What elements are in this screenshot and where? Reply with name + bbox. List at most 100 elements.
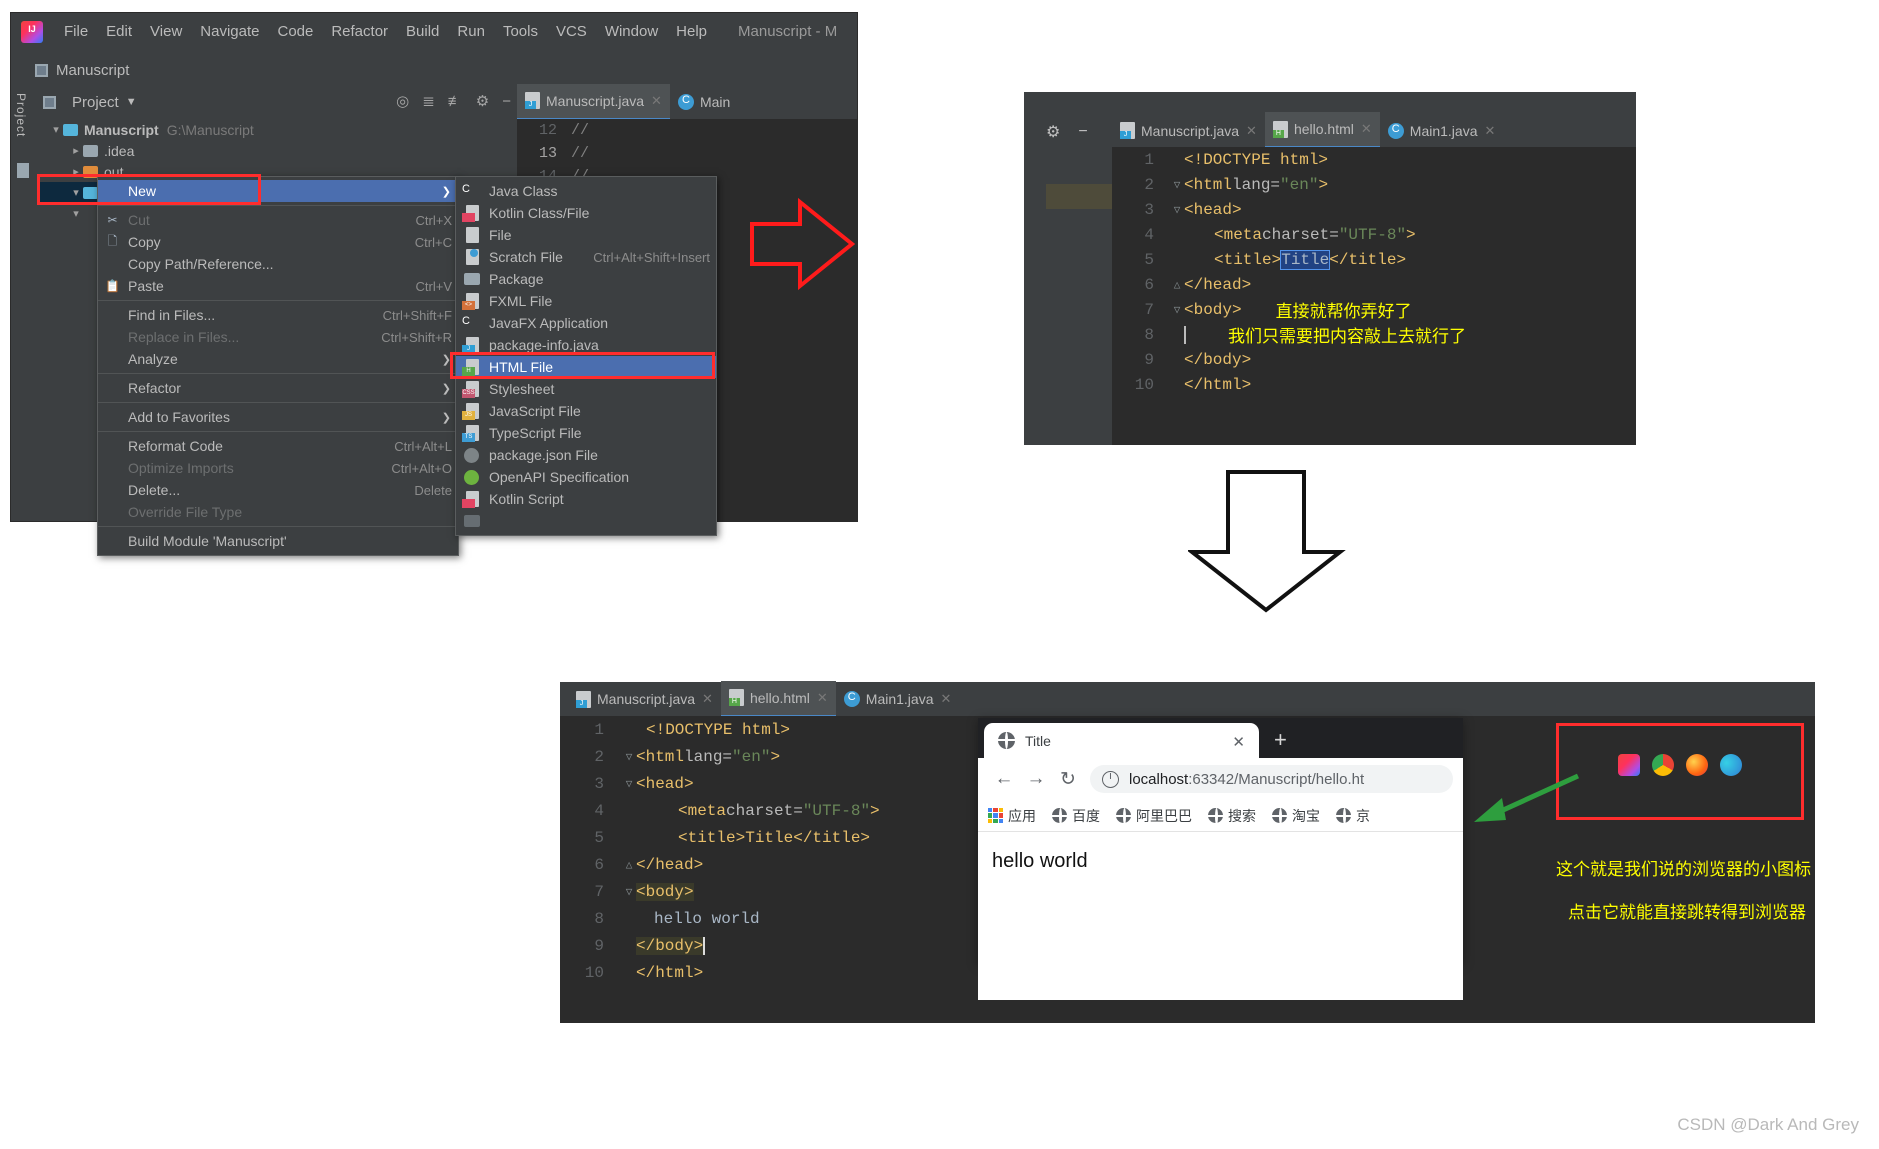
menu-tools[interactable]: Tools bbox=[494, 21, 547, 42]
menu-view[interactable]: View bbox=[141, 21, 191, 42]
tree-item-idea[interactable]: ▸ .idea bbox=[37, 140, 517, 161]
menu-window[interactable]: Window bbox=[596, 21, 667, 42]
submenu-item-shortcut: Ctrl+Alt+Shift+Insert bbox=[593, 249, 710, 265]
line-text: "UTF-8" bbox=[1338, 225, 1407, 244]
submenu-item-kotlin-class-file[interactable]: Kotlin Class/File bbox=[456, 202, 716, 224]
forward-button[interactable]: → bbox=[1020, 768, 1052, 790]
tab-manuscript-java[interactable]: J Manuscript.java ✕ bbox=[568, 682, 721, 716]
minimize-icon[interactable]: − bbox=[1078, 123, 1087, 141]
browser-tab[interactable]: Title ✕ bbox=[984, 723, 1259, 758]
menu-run[interactable]: Run bbox=[448, 21, 494, 42]
site-info-icon[interactable] bbox=[1102, 770, 1119, 788]
submenu-item-javascript-file[interactable]: JS JavaScript File bbox=[456, 400, 716, 422]
menu-item-cut[interactable]: ✂ Cut Ctrl+X bbox=[98, 209, 458, 231]
chevron-right-icon[interactable]: ▸ bbox=[69, 144, 83, 157]
fold-icon[interactable]: △ bbox=[622, 858, 636, 872]
menu-help[interactable]: Help bbox=[667, 21, 716, 42]
menu-file[interactable]: File bbox=[55, 21, 97, 42]
firefox-browser-icon[interactable] bbox=[1686, 754, 1708, 776]
tab-hello-html[interactable]: H hello.html ✕ bbox=[1264, 112, 1380, 149]
close-icon[interactable]: ✕ bbox=[702, 691, 713, 707]
minimize-icon[interactable]: − bbox=[502, 93, 511, 110]
submenu-item-kotlin-script[interactable]: Kotlin Script bbox=[456, 488, 716, 510]
bookmark-alibaba[interactable]: 阿里巴巴 bbox=[1116, 806, 1192, 826]
menu-edit[interactable]: Edit bbox=[97, 21, 141, 42]
panel2-code-area[interactable]: 1 <!DOCTYPE html> 2 ▽ <html lang= "en" > 3 ▽ <h… bbox=[1112, 147, 1636, 445]
menu-item-build-module[interactable]: Build Module 'Manuscript' bbox=[98, 530, 458, 552]
menu-item-delete[interactable]: Delete... Delete bbox=[98, 479, 458, 501]
bookmark-taobao[interactable]: 淘宝 bbox=[1272, 806, 1320, 826]
submenu-item-partial[interactable] bbox=[456, 510, 716, 532]
menu-item-override-file-type[interactable]: Override File Type bbox=[98, 501, 458, 523]
submenu-item-stylesheet[interactable]: CSS Stylesheet bbox=[456, 378, 716, 400]
chevron-down-icon[interactable]: ▼ bbox=[126, 96, 137, 108]
submenu-item-file[interactable]: File bbox=[456, 224, 716, 246]
back-button[interactable]: ← bbox=[988, 768, 1020, 790]
gear-icon[interactable]: ⚙ bbox=[1046, 122, 1060, 142]
menu-build[interactable]: Build bbox=[397, 21, 448, 42]
structure-icon[interactable] bbox=[17, 163, 29, 178]
tree-item-manuscript[interactable]: ▾ Manuscript G:\Manuscript bbox=[37, 119, 517, 140]
project-rail-label[interactable]: Project bbox=[14, 93, 28, 137]
menu-item-copy-path[interactable]: Copy Path/Reference... bbox=[98, 253, 458, 275]
menu-item-paste[interactable]: 📋 Paste Ctrl+V bbox=[98, 275, 458, 297]
menu-refactor[interactable]: Refactor bbox=[322, 21, 397, 42]
menu-item-add-to-favorites[interactable]: Add to Favorites ❯ bbox=[98, 406, 458, 428]
close-icon[interactable]: ✕ bbox=[651, 93, 662, 109]
submenu-item-package-json-file[interactable]: package.json File bbox=[456, 444, 716, 466]
menu-vcs[interactable]: VCS bbox=[547, 21, 596, 42]
submenu-item-package[interactable]: Package bbox=[456, 268, 716, 290]
tab-main[interactable]: Main bbox=[670, 85, 738, 119]
bookmark-apps[interactable]: 应用 bbox=[988, 806, 1036, 826]
menu-item-refactor[interactable]: Refactor ❯ bbox=[98, 377, 458, 399]
close-icon[interactable]: ✕ bbox=[1361, 121, 1372, 137]
edge-browser-icon[interactable] bbox=[1720, 754, 1742, 776]
menu-item-replace-in-files[interactable]: Replace in Files... Ctrl+Shift+R bbox=[98, 326, 458, 348]
new-tab-button[interactable]: + bbox=[1274, 727, 1287, 753]
bookmark-baidu[interactable]: 百度 bbox=[1052, 806, 1100, 826]
menu-code[interactable]: Code bbox=[268, 21, 322, 42]
fold-icon[interactable]: ▽ bbox=[622, 750, 636, 764]
tab-manuscript-java[interactable]: J Manuscript.java ✕ bbox=[1112, 114, 1265, 148]
chrome-browser-icon[interactable] bbox=[1652, 754, 1674, 776]
gear-icon[interactable]: ⚙ bbox=[476, 92, 489, 110]
menu-navigate[interactable]: Navigate bbox=[191, 21, 268, 42]
chevron-down-icon[interactable]: ▾ bbox=[69, 207, 83, 220]
locate-icon[interactable]: ◎ bbox=[396, 92, 409, 110]
menu-item-reformat-code[interactable]: Reformat Code Ctrl+Alt+L bbox=[98, 435, 458, 457]
reload-button[interactable]: ↻ bbox=[1052, 768, 1084, 791]
submenu-item-java-class[interactable]: Java Class bbox=[456, 180, 716, 202]
submenu-item-scratch-file[interactable]: Scratch File Ctrl+Alt+Shift+Insert bbox=[456, 246, 716, 268]
submenu-item-javafx-application[interactable]: JavaFX Application bbox=[456, 312, 716, 334]
close-icon[interactable]: ✕ bbox=[1484, 123, 1495, 139]
fold-icon[interactable]: ▽ bbox=[1170, 178, 1184, 192]
menu-item-copy[interactable]: 🗋 Copy Ctrl+C bbox=[98, 231, 458, 253]
intellij-browser-icon[interactable] bbox=[1618, 754, 1640, 776]
menu-item-optimize-imports[interactable]: Optimize Imports Ctrl+Alt+O bbox=[98, 457, 458, 479]
fold-icon[interactable]: △ bbox=[1170, 278, 1184, 292]
fold-icon[interactable]: ▽ bbox=[1170, 203, 1184, 217]
fold-icon[interactable]: ▽ bbox=[1170, 303, 1184, 317]
submenu-item-typescript-file[interactable]: TS TypeScript File bbox=[456, 422, 716, 444]
address-bar[interactable]: localhost:63342/Manuscript/hello.ht bbox=[1090, 765, 1453, 793]
close-icon[interactable]: ✕ bbox=[1232, 733, 1245, 751]
close-icon[interactable]: ✕ bbox=[817, 690, 828, 706]
expand-all-icon[interactable]: ≣ bbox=[422, 92, 435, 110]
fold-icon[interactable]: ▽ bbox=[622, 885, 636, 899]
collapse-all-icon[interactable]: ≢ bbox=[448, 93, 463, 110]
tab-main1-java[interactable]: Main1.java ✕ bbox=[836, 682, 960, 716]
selected-text[interactable]: Title bbox=[1280, 249, 1331, 270]
tab-main1-java[interactable]: Main1.java ✕ bbox=[1380, 114, 1504, 148]
submenu-item-openapi-specification[interactable]: OpenAPI Specification bbox=[456, 466, 716, 488]
tab-hello-html[interactable]: H hello.html ✕ bbox=[720, 680, 836, 718]
tab-manuscript-java[interactable]: J Manuscript.java ✕ bbox=[517, 83, 670, 121]
menu-item-analyze[interactable]: Analyze ❯ bbox=[98, 348, 458, 370]
submenu-item-fxml-file[interactable]: <> FXML File bbox=[456, 290, 716, 312]
close-icon[interactable]: ✕ bbox=[940, 691, 951, 707]
bookmark-jd[interactable]: 京 bbox=[1336, 806, 1370, 826]
fold-icon[interactable]: ▽ bbox=[622, 777, 636, 791]
bookmark-search[interactable]: 搜索 bbox=[1208, 806, 1256, 826]
chevron-down-icon[interactable]: ▾ bbox=[49, 123, 63, 136]
close-icon[interactable]: ✕ bbox=[1246, 123, 1257, 139]
menu-item-find-in-files[interactable]: Find in Files... Ctrl+Shift+F bbox=[98, 304, 458, 326]
